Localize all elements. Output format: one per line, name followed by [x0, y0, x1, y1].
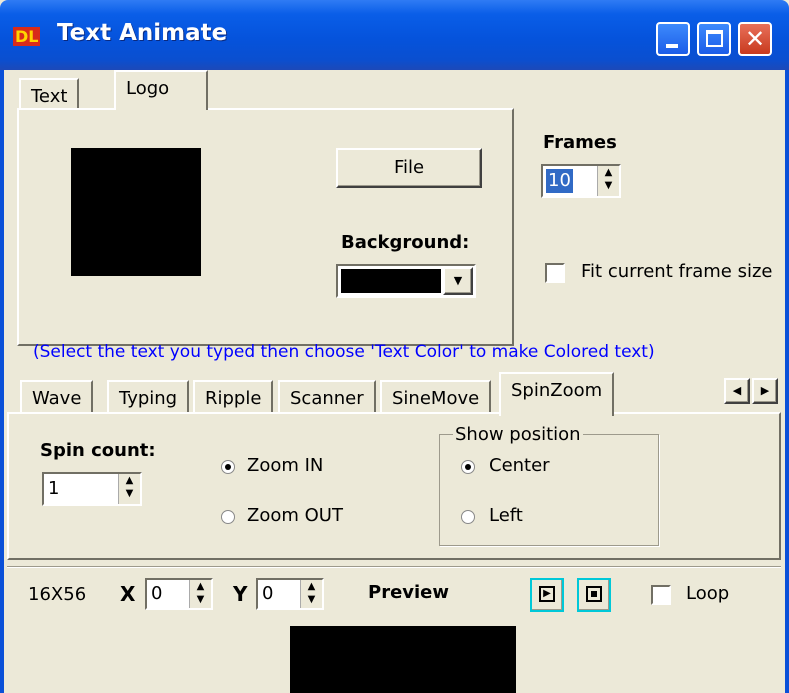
preview-label: Preview: [368, 582, 450, 603]
close-button[interactable]: ✕: [738, 22, 772, 56]
divider: [7, 566, 781, 568]
stop-button[interactable]: [577, 578, 611, 612]
fit-frame-label: Fit current frame size: [581, 261, 773, 282]
zoom-out-label: Zoom OUT: [247, 505, 343, 526]
y-label: Y: [233, 582, 248, 606]
minimize-icon: [666, 44, 678, 48]
left-label: Left: [489, 505, 523, 526]
tab-scroll-right-button[interactable]: ▶: [752, 378, 778, 404]
file-button-label: File: [393, 157, 425, 178]
zoom-out-radio[interactable]: [221, 510, 235, 524]
logo-preview: [71, 148, 201, 276]
tab-logo-label: Logo: [126, 78, 170, 99]
hint-text: (Select the text you typed then choose '…: [33, 342, 655, 362]
maximize-button[interactable]: [697, 22, 731, 56]
spin-count-value[interactable]: 1: [48, 477, 59, 501]
chevron-down-icon[interactable]: ▼: [443, 267, 473, 295]
triangle-left-icon: ◀: [732, 384, 742, 397]
tab-wave[interactable]: Wave: [20, 380, 94, 414]
spin-arrows-icon[interactable]: ▲ ▼: [597, 166, 619, 196]
y-value[interactable]: 0: [262, 582, 273, 606]
x-stepper[interactable]: 0 ▲ ▼: [145, 578, 213, 610]
tab-ripple-label: Ripple: [205, 388, 262, 409]
tab-sinemove-label: SineMove: [392, 388, 480, 409]
frames-stepper[interactable]: 10 ▲ ▼: [541, 164, 621, 198]
maximize-icon: [706, 30, 723, 47]
tab-spinzoom-label: SpinZoom: [511, 380, 603, 401]
center-label: Center: [489, 455, 550, 476]
tab-logo[interactable]: Logo: [114, 70, 208, 110]
show-position-group: [439, 434, 659, 546]
tab-scanner[interactable]: Scanner: [278, 380, 376, 414]
preview-canvas: [290, 626, 516, 693]
show-position-label: Show position: [453, 424, 583, 445]
play-button[interactable]: ▶: [530, 578, 564, 612]
frame-size-text: 16X56: [28, 584, 87, 605]
tab-ripple[interactable]: Ripple: [193, 380, 274, 414]
spin-arrows-icon[interactable]: ▲ ▼: [189, 580, 211, 608]
background-color-swatch: [341, 269, 441, 293]
play-icon: ▶: [539, 586, 555, 602]
window-title: Text Animate: [57, 20, 228, 46]
loop-checkbox[interactable]: [651, 585, 671, 605]
background-color-select[interactable]: ▼: [336, 264, 476, 298]
background-label: Background:: [341, 232, 470, 253]
minimize-button[interactable]: [656, 22, 690, 56]
spin-count-label: Spin count:: [40, 440, 156, 461]
left-radio[interactable]: [461, 510, 475, 524]
app-icon-text: DL: [13, 27, 41, 46]
tab-spinzoom[interactable]: SpinZoom: [499, 372, 615, 416]
loop-label: Loop: [686, 583, 730, 604]
app-icon: DL: [13, 27, 49, 49]
tab-text[interactable]: Text: [19, 78, 80, 110]
zoom-in-radio[interactable]: [221, 460, 235, 474]
spin-arrows-icon[interactable]: ▲ ▼: [300, 580, 322, 608]
frames-label: Frames: [543, 132, 617, 153]
tab-typing[interactable]: Typing: [107, 380, 190, 414]
tab-sinemove[interactable]: SineMove: [380, 380, 492, 414]
tab-text-label: Text: [31, 86, 68, 107]
stop-icon: [586, 586, 602, 602]
zoom-in-label: Zoom IN: [247, 455, 324, 476]
spin-arrows-icon[interactable]: ▲ ▼: [118, 474, 140, 504]
tab-typing-label: Typing: [119, 388, 178, 409]
spin-count-stepper[interactable]: 1 ▲ ▼: [42, 472, 142, 506]
x-value[interactable]: 0: [151, 582, 162, 606]
fit-frame-checkbox[interactable]: [545, 263, 565, 283]
center-radio[interactable]: [461, 460, 475, 474]
triangle-right-icon: ▶: [760, 384, 770, 397]
frames-value[interactable]: 10: [546, 169, 573, 193]
file-button[interactable]: File: [336, 148, 482, 188]
y-stepper[interactable]: 0 ▲ ▼: [256, 578, 324, 610]
tab-scanner-label: Scanner: [290, 388, 364, 409]
x-label: X: [120, 582, 136, 606]
tab-wave-label: Wave: [32, 388, 82, 409]
tab-scroll-left-button[interactable]: ◀: [724, 378, 750, 404]
close-icon: ✕: [744, 25, 766, 53]
